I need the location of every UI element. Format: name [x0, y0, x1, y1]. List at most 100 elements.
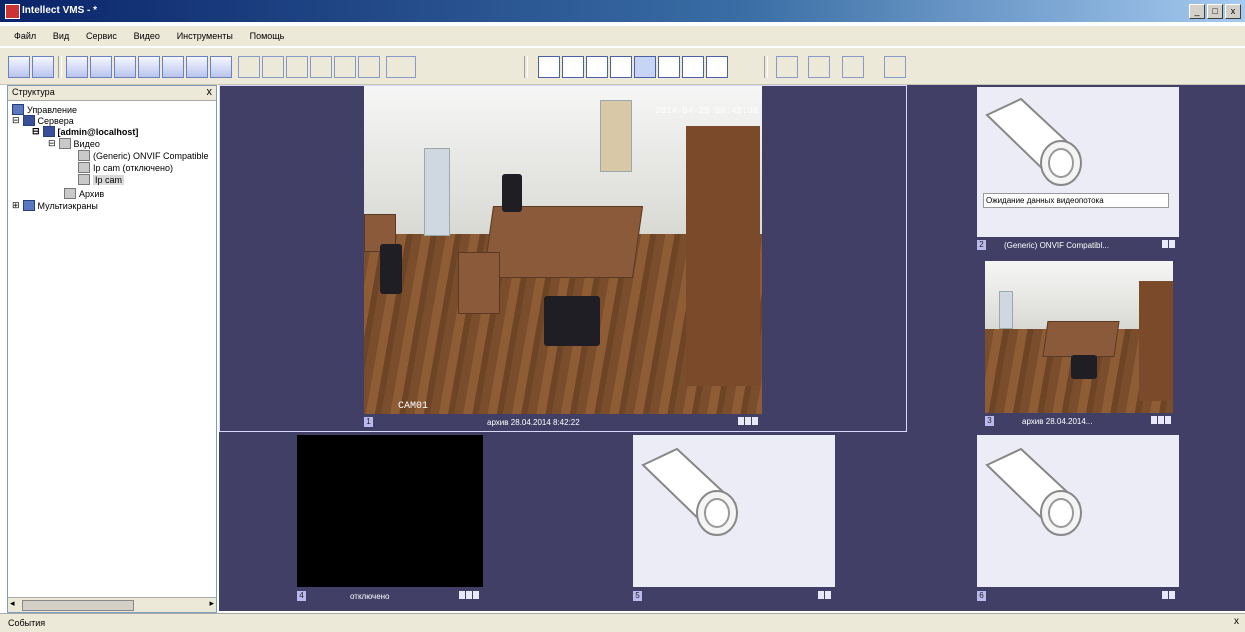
- close-button[interactable]: x: [1225, 4, 1241, 19]
- cell-control-icons[interactable]: [817, 591, 831, 601]
- display-icon[interactable]: [884, 56, 906, 78]
- cell-number[interactable]: 4: [297, 591, 306, 601]
- camera-placeholder[interactable]: Ожидание данных видеопотока: [977, 87, 1179, 237]
- door: [1139, 281, 1173, 401]
- expander-icon[interactable]: ⊟: [32, 126, 40, 137]
- events-close-icon[interactable]: x: [1234, 616, 1239, 627]
- camera-cell-6[interactable]: 6: [977, 435, 1179, 605]
- camera-feed-image[interactable]: 2014-04-28 08:42:38 CAM01: [364, 86, 762, 414]
- camera-cell-1[interactable]: 2014-04-28 08:42:38 CAM01 1 архив 28.04.…: [219, 85, 907, 432]
- tree-node-admin-server[interactable]: ⊟ [admin@localhost]: [32, 126, 138, 137]
- cell-control-icons[interactable]: [1161, 240, 1175, 250]
- minimize-button[interactable]: _: [1189, 4, 1205, 19]
- menu-view[interactable]: Вид: [53, 31, 69, 41]
- expander-icon[interactable]: ⊞: [12, 200, 20, 211]
- archive-icon: [64, 188, 76, 199]
- toolbar-separator: [764, 56, 768, 78]
- tree-node-onvif-camera[interactable]: (Generic) ONVIF Compatible: [78, 150, 209, 161]
- monitor-icon[interactable]: [776, 56, 798, 78]
- scroll-left-icon[interactable]: ◂: [10, 598, 15, 609]
- chair: [502, 174, 522, 212]
- server-icon: [42, 126, 55, 137]
- edit-icon[interactable]: [114, 56, 136, 78]
- cell-control-icons[interactable]: [737, 417, 758, 427]
- cell-control-icons[interactable]: [1161, 591, 1175, 601]
- camera-view-icon[interactable]: [90, 56, 112, 78]
- camera-cell-4[interactable]: 4 отключено: [297, 435, 483, 605]
- user-icon[interactable]: [842, 56, 864, 78]
- tree-node-archive[interactable]: Архив: [64, 188, 104, 199]
- desk: [1042, 321, 1120, 357]
- layout-1x2-icon[interactable]: [562, 56, 584, 78]
- layout-custom-icon[interactable]: [706, 56, 728, 78]
- panel-close-icon[interactable]: x: [207, 86, 213, 98]
- camera-icon: [641, 447, 738, 536]
- sound-icon[interactable]: [808, 56, 830, 78]
- ptz-icon[interactable]: [262, 56, 284, 78]
- tree-node-label: Архив: [79, 188, 105, 199]
- tree-node-management[interactable]: Управление: [12, 104, 77, 115]
- layout-1plus7-icon[interactable]: [658, 56, 680, 78]
- chair: [380, 244, 402, 294]
- chair: [1071, 355, 1097, 379]
- alarm-icon[interactable]: [210, 56, 232, 78]
- toolbar-separator: [58, 56, 62, 78]
- layout-3x3-icon[interactable]: [610, 56, 632, 78]
- tree-node-multiscreens[interactable]: ⊞ Мультиэкраны: [12, 200, 98, 211]
- menu-tools[interactable]: Инструменты: [177, 31, 233, 41]
- settings-icon[interactable]: [334, 56, 356, 78]
- cell-status-text: архив 28.04.2014 8:42:22: [487, 417, 580, 427]
- cell-control-icons[interactable]: [458, 591, 479, 601]
- toolbar: [0, 48, 1245, 85]
- menu-file[interactable]: Файл: [14, 31, 36, 41]
- camera-feed-image[interactable]: [985, 261, 1173, 413]
- tree-node-ipcam[interactable]: Ip cam: [78, 174, 125, 185]
- menu-service[interactable]: Сервис: [86, 31, 117, 41]
- open-icon[interactable]: [8, 56, 30, 78]
- archive-icon[interactable]: [162, 56, 184, 78]
- layout-1plus5-icon[interactable]: [634, 56, 656, 78]
- desk: [482, 206, 644, 278]
- window-controls: _ □ x: [1189, 4, 1241, 19]
- zoom-icon[interactable]: [358, 56, 380, 78]
- save-icon[interactable]: [32, 56, 54, 78]
- tree-node-video[interactable]: ⊟ Видео: [48, 138, 100, 149]
- tree-node-servers[interactable]: ⊟ Сервера: [12, 115, 74, 126]
- layout-2x2-icon[interactable]: [586, 56, 608, 78]
- layout-4x4-icon[interactable]: [682, 56, 704, 78]
- expander-icon[interactable]: ⊟: [12, 115, 20, 126]
- cell-number[interactable]: 6: [977, 591, 986, 601]
- cell-number[interactable]: 2: [977, 240, 986, 250]
- cell-control-icons[interactable]: [1150, 416, 1171, 426]
- menu-help[interactable]: Помощь: [250, 31, 285, 41]
- camera-cell-2[interactable]: Ожидание данных видеопотока 2 (Generic) …: [977, 87, 1179, 253]
- layout-1x1-icon[interactable]: [538, 56, 560, 78]
- camera-placeholder[interactable]: [633, 435, 835, 587]
- camera-placeholder[interactable]: [977, 435, 1179, 587]
- tree-node-label: (Generic) ONVIF Compatible: [93, 150, 209, 161]
- ptz-left-icon[interactable]: [286, 56, 308, 78]
- cell-number[interactable]: 1: [364, 417, 373, 427]
- scroll-thumb[interactable]: [22, 600, 134, 611]
- monitor-dropdown-icon[interactable]: [386, 56, 416, 78]
- panel-title: Структура: [12, 87, 55, 97]
- maximize-button[interactable]: □: [1207, 4, 1223, 19]
- scroll-right-icon[interactable]: ▸: [209, 598, 214, 609]
- fullscreen-icon[interactable]: [238, 56, 260, 78]
- camera-cell-5[interactable]: 5: [633, 435, 835, 605]
- tree-node-label: Управление: [27, 104, 78, 115]
- camera-feed-black[interactable]: [297, 435, 483, 587]
- horizontal-scrollbar[interactable]: ◂ ▸: [8, 597, 216, 612]
- list-icon[interactable]: [66, 56, 88, 78]
- tree-node-ipcam-disabled[interactable]: Ip cam (отключено): [78, 162, 173, 173]
- camera-cell-3[interactable]: 3 архив 28.04.2014...: [985, 261, 1175, 429]
- cell-number[interactable]: 3: [985, 416, 994, 426]
- layout-icon[interactable]: [310, 56, 332, 78]
- expander-icon[interactable]: ⊟: [48, 138, 56, 149]
- menu-video[interactable]: Видео: [134, 31, 160, 41]
- cell-status-bar: 6: [977, 590, 1179, 602]
- record-icon[interactable]: [138, 56, 160, 78]
- cell-number[interactable]: 5: [633, 591, 642, 601]
- waiting-message: Ожидание данных видеопотока: [983, 193, 1169, 208]
- snapshot-icon[interactable]: [186, 56, 208, 78]
